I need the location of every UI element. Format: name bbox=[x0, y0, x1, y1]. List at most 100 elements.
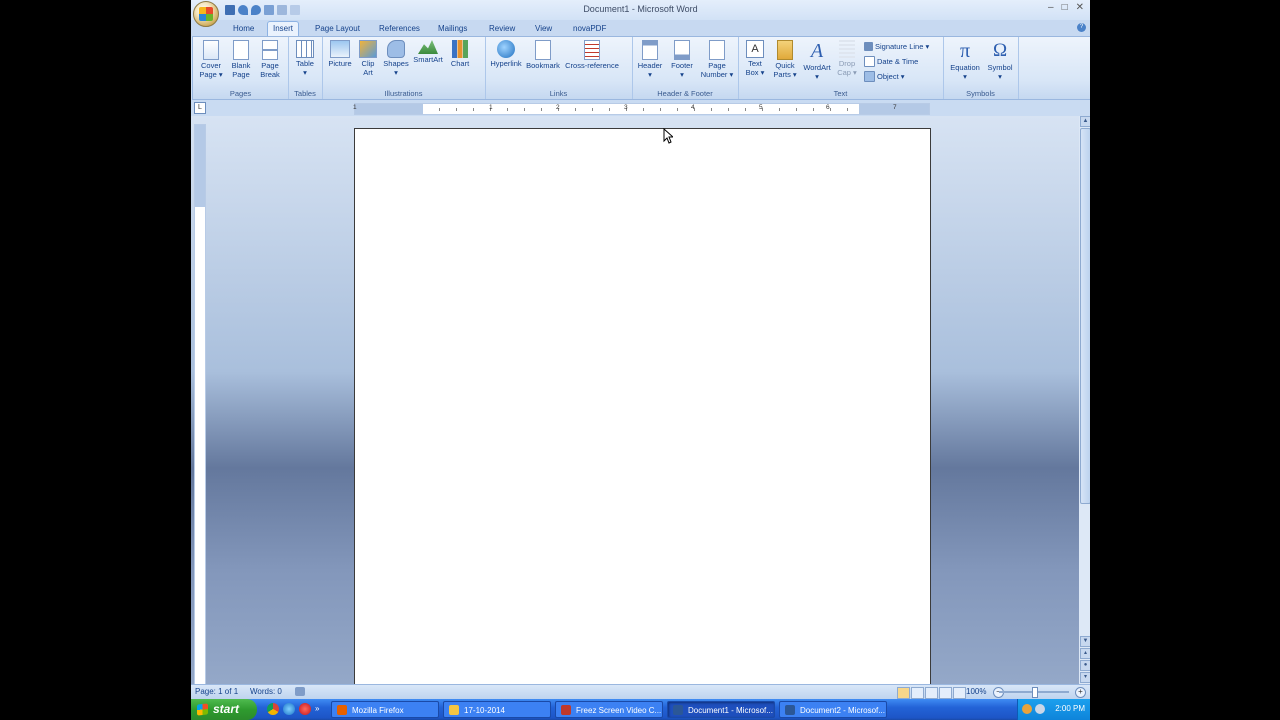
opera-icon[interactable] bbox=[299, 703, 311, 715]
expand-quick-launch-icon[interactable]: » bbox=[315, 703, 321, 715]
footer-button[interactable]: Footer ▾ bbox=[666, 40, 698, 79]
folder-icon bbox=[449, 705, 459, 715]
bookmark-button[interactable]: Bookmark bbox=[525, 40, 561, 71]
signature-line-button[interactable]: Signature Line ▾ bbox=[864, 41, 929, 52]
group-header-footer: Header ▾ Footer ▾ Page Number ▾ Header &… bbox=[632, 37, 739, 99]
minimize-button[interactable]: – bbox=[1048, 2, 1054, 13]
clock[interactable]: 2:00 PM bbox=[1055, 704, 1085, 713]
text-box-button[interactable]: A Text Box ▾ bbox=[740, 40, 770, 77]
object-button[interactable]: Object ▾ bbox=[864, 71, 905, 82]
taskbar-button[interactable]: Document2 - Microsof... bbox=[779, 701, 887, 718]
equation-button[interactable]: π Equation ▾ bbox=[946, 40, 984, 81]
page-break-button[interactable]: Page Break bbox=[256, 40, 284, 79]
cover-page-button[interactable]: Cover Page ▾ bbox=[197, 40, 225, 79]
vertical-scrollbar[interactable]: ▲ ▼ ▴ ● ▾ bbox=[1079, 116, 1090, 684]
tab-home[interactable]: Home bbox=[228, 23, 259, 36]
window-title: Document1 - Microsoft Word bbox=[583, 4, 698, 14]
symbol-button[interactable]: Ω Symbol ▾ bbox=[984, 40, 1016, 81]
zoom-level[interactable]: 100% bbox=[966, 687, 986, 696]
shapes-button[interactable]: Shapes ▾ bbox=[382, 40, 410, 77]
tab-mailings[interactable]: Mailings bbox=[433, 23, 472, 36]
ruler-number: 6 bbox=[826, 104, 830, 111]
word-icon bbox=[673, 705, 683, 715]
clip-art-button[interactable]: Clip Art bbox=[356, 40, 380, 77]
taskbar-button[interactable]: Freez Screen Video C... bbox=[555, 701, 663, 718]
help-icon[interactable]: ? bbox=[1077, 23, 1086, 32]
title-bar: Document1 - Microsoft Word – □ ✕ bbox=[191, 0, 1090, 27]
taskbar-button[interactable]: 17-10-2014 bbox=[443, 701, 551, 718]
taskbar-button[interactable]: Mozilla Firefox bbox=[331, 701, 439, 718]
tab-insert[interactable]: Insert bbox=[267, 21, 300, 37]
scroll-down-button[interactable]: ▼ bbox=[1080, 636, 1090, 647]
chrome-icon[interactable] bbox=[267, 703, 279, 715]
date-time-button[interactable]: Date & Time bbox=[864, 56, 918, 67]
drop-cap-button[interactable]: Drop Cap ▾ bbox=[834, 40, 860, 77]
shapes-icon bbox=[387, 40, 405, 58]
zoom-in-button[interactable]: + bbox=[1075, 687, 1086, 698]
ruler-number: 7 bbox=[893, 104, 897, 111]
header-label-2: ▾ bbox=[648, 69, 652, 79]
quick-parts-button[interactable]: Quick Parts ▾ bbox=[770, 40, 800, 79]
vertical-ruler[interactable] bbox=[194, 124, 206, 686]
document-page[interactable] bbox=[354, 128, 931, 689]
word-count[interactable]: Words: 0 bbox=[250, 687, 282, 696]
equation-label-2: ▾ bbox=[963, 71, 967, 81]
taskbar-button[interactable]: Document1 - Microsof... bbox=[667, 701, 775, 718]
browse-object-button[interactable]: ● bbox=[1080, 660, 1090, 671]
tab-selector[interactable]: L bbox=[194, 102, 206, 114]
zoom-slider-thumb[interactable] bbox=[1032, 687, 1038, 698]
picture-button[interactable]: Picture bbox=[326, 40, 354, 69]
network-icon[interactable] bbox=[1035, 704, 1045, 714]
tab-page-layout[interactable]: Page Layout bbox=[310, 23, 365, 36]
proofing-icon[interactable] bbox=[295, 687, 305, 696]
tray-app-icon[interactable] bbox=[1022, 704, 1032, 714]
page-number-button[interactable]: Page Number ▾ bbox=[699, 40, 735, 79]
maximize-button[interactable]: □ bbox=[1062, 2, 1068, 13]
print-layout-view-button[interactable] bbox=[897, 687, 910, 699]
office-button[interactable] bbox=[193, 1, 219, 27]
screen: Document1 - Microsoft Word – □ ✕ Home In… bbox=[191, 0, 1090, 720]
quick-launch: » bbox=[267, 703, 321, 715]
page-break-label-2: Break bbox=[260, 69, 280, 79]
table-icon bbox=[296, 40, 314, 58]
blank-page-button[interactable]: Blank Page bbox=[227, 40, 255, 79]
taskbar-button-label: Freez Screen Video C... bbox=[576, 706, 662, 715]
ie-icon[interactable] bbox=[283, 703, 295, 715]
window-controls: – □ ✕ bbox=[1048, 2, 1084, 13]
hyperlink-button[interactable]: Hyperlink bbox=[488, 40, 524, 69]
scrollbar-thumb[interactable] bbox=[1080, 128, 1090, 504]
scroll-up-button[interactable]: ▲ bbox=[1080, 116, 1090, 127]
symbol-label-2: ▾ bbox=[998, 71, 1002, 81]
cover-page-icon bbox=[203, 40, 219, 60]
tab-review[interactable]: Review bbox=[484, 23, 520, 36]
calendar-icon bbox=[864, 56, 875, 67]
smartart-button[interactable]: SmartArt bbox=[411, 40, 445, 65]
table-button[interactable]: Table ▾ bbox=[291, 40, 319, 77]
tab-references[interactable]: References bbox=[374, 23, 425, 36]
quick-parts-icon bbox=[777, 40, 793, 60]
next-page-button[interactable]: ▾ bbox=[1080, 672, 1090, 683]
taskbar: start » Mozilla Firefox 17-10-2014 Freez S… bbox=[191, 699, 1090, 720]
outline-view-button[interactable] bbox=[939, 687, 952, 699]
page-count[interactable]: Page: 1 of 1 bbox=[195, 687, 238, 696]
drop-cap-label-2: Cap ▾ bbox=[837, 67, 857, 77]
tab-view[interactable]: View bbox=[530, 23, 557, 36]
draft-view-button[interactable] bbox=[953, 687, 966, 699]
header-icon bbox=[642, 40, 658, 60]
start-button[interactable]: start bbox=[191, 699, 257, 720]
web-layout-view-button[interactable] bbox=[925, 687, 938, 699]
horizontal-ruler[interactable]: 1 1 2 3 4 5 6 7 bbox=[353, 103, 930, 115]
zoom-slider[interactable] bbox=[999, 687, 1069, 698]
full-screen-reading-view-button[interactable] bbox=[911, 687, 924, 699]
previous-page-button[interactable]: ▴ bbox=[1080, 648, 1090, 659]
text-box-icon: A bbox=[746, 40, 764, 58]
chart-button[interactable]: Chart bbox=[446, 40, 474, 69]
close-button[interactable]: ✕ bbox=[1076, 2, 1084, 13]
quick-parts-label-2: Parts ▾ bbox=[773, 69, 797, 79]
taskbar-button-label: Document1 - Microsof... bbox=[688, 706, 773, 715]
header-button[interactable]: Header ▾ bbox=[634, 40, 666, 79]
cross-reference-button[interactable]: Cross-reference bbox=[562, 40, 622, 71]
drop-cap-icon bbox=[839, 40, 855, 58]
wordart-button[interactable]: A WordArt ▾ bbox=[800, 40, 834, 81]
tab-novapdf[interactable]: novaPDF bbox=[568, 23, 611, 36]
